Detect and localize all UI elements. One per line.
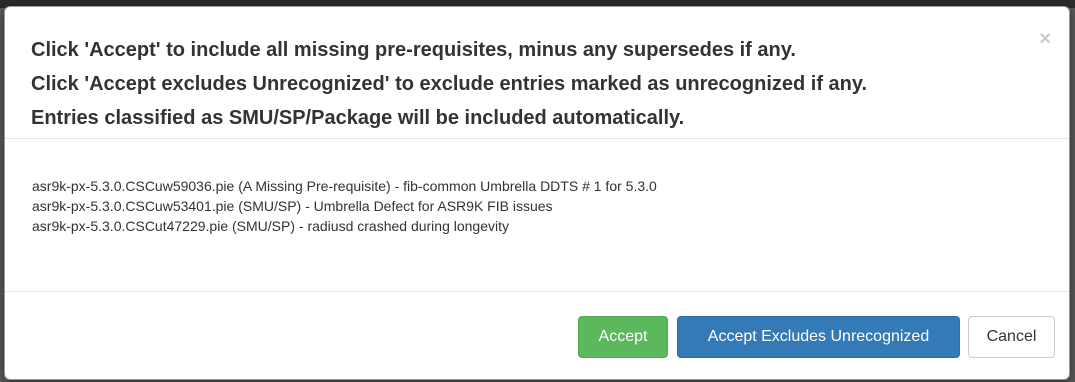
entry-list: asr9k-px-5.3.0.CSCuw59036.pie (A Missing…	[32, 176, 657, 236]
list-item: asr9k-px-5.3.0.CSCuw59036.pie (A Missing…	[32, 178, 657, 194]
instruction-line-auto-include: Entries classified as SMU/SP/Package wil…	[31, 107, 685, 129]
dialog-header: Click 'Accept' to include all missing pr…	[5, 7, 1069, 139]
prerequisites-dialog: Click 'Accept' to include all missing pr…	[4, 6, 1070, 380]
accept-button[interactable]: Accept	[578, 316, 668, 358]
instruction-line-accept-excludes: Click 'Accept excludes Unrecognized' to …	[31, 73, 868, 95]
cancel-button[interactable]: Cancel	[968, 316, 1055, 358]
list-item: asr9k-px-5.3.0.CSCut47229.pie (SMU/SP) -…	[32, 218, 510, 234]
instruction-line-accept: Click 'Accept' to include all missing pr…	[31, 39, 796, 61]
dialog-body: asr9k-px-5.3.0.CSCuw59036.pie (A Missing…	[5, 140, 1069, 292]
dialog-instructions: Click 'Accept' to include all missing pr…	[31, 33, 867, 135]
dialog-footer: Accept Accept Excludes Unrecognized Canc…	[5, 293, 1069, 379]
accept-excludes-unrecognized-button[interactable]: Accept Excludes Unrecognized	[677, 316, 960, 358]
list-item: asr9k-px-5.3.0.CSCuw53401.pie (SMU/SP) -…	[32, 198, 553, 214]
close-icon[interactable]: ×	[1039, 29, 1051, 49]
